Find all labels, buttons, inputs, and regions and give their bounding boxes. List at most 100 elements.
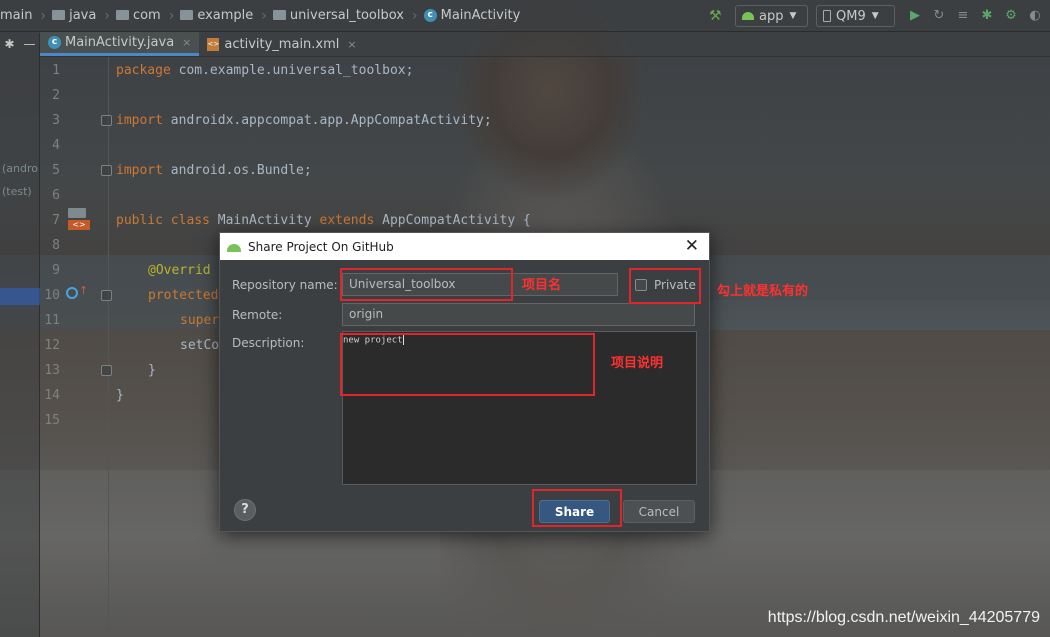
breadcrumb-label: java [69,8,97,23]
code-line[interactable]: setCo [180,338,219,353]
breadcrumb-label: com [132,8,161,23]
code-keyword: public class [116,213,210,228]
folder-icon [115,9,129,20]
watermark-text: https://blog.csdn.net/weixin_44205779 [767,609,1040,626]
settings-icon[interactable]: ✱ [4,37,14,51]
fold-icon[interactable] [101,365,112,376]
close-icon[interactable]: × [347,38,356,51]
class-icon: c [48,36,61,49]
remote-field[interactable]: origin [342,303,695,326]
line-number: 12 [44,338,60,353]
close-icon[interactable]: ✕ [685,236,699,256]
run-icon[interactable]: ▶ [908,9,922,23]
layout-icon[interactable]: <> [68,220,90,230]
code-line[interactable]: @Overrid [148,263,211,278]
folder-icon [272,9,286,20]
project-tree-selection [0,288,40,305]
project-tree-item[interactable]: (andro [0,162,40,179]
code-keyword: protected [148,288,219,303]
breadcrumb-main[interactable]: main [0,8,32,23]
breadcrumb-separator: › [40,7,47,24]
code-keyword: package [116,63,171,78]
fold-icon[interactable] [101,115,112,126]
annotation-private-note: 勾上就是私有的 [717,284,809,299]
line-number: 3 [52,113,60,128]
xml-file-icon: <> [207,37,220,51]
toolbar-right: ⚒ app ▼ QM9 ▼ ▶ ↻ ≡ ✱ ⚙ ◐ [703,0,1050,32]
build-hammer-icon[interactable]: ⚒ [709,8,725,24]
tab-activity-main-xml[interactable]: <> activity_main.xml × [199,32,364,56]
breadcrumb-separator: › [168,7,175,24]
collapse-icon[interactable]: — [24,37,36,51]
line-number: 8 [52,238,60,253]
breadcrumb-java[interactable]: java [52,8,96,23]
line-number: 10 [44,288,60,303]
annotation-repository-name-note: 项目名 [522,278,562,293]
dialog-title-bar[interactable]: Share Project On GitHub ✕ [220,233,709,260]
phone-icon [823,10,831,22]
android-icon [226,241,242,253]
code-line[interactable]: import androidx.appcompat.app.AppCompatA… [116,113,492,128]
help-button[interactable]: ? [234,499,256,521]
code-text: com.example.universal_toolbox; [170,63,414,78]
code-text: androidx.appcompat.app.AppCompatActivity… [162,113,492,128]
code-line[interactable]: import android.os.Bundle; [116,163,312,178]
code-line[interactable]: package com.example.universal_toolbox; [116,63,413,78]
line-number: 2 [52,88,60,103]
run-config-label: app [759,8,784,24]
implemented-icon[interactable] [68,208,86,218]
device-select[interactable]: QM9 ▼ [816,5,895,27]
annotation-box-share [532,489,622,527]
fold-icon[interactable] [101,290,112,301]
code-line[interactable]: protected [148,288,218,303]
close-icon[interactable]: × [182,36,191,49]
breadcrumb-mainactivity[interactable]: c MainActivity [423,8,520,23]
line-number: 9 [52,263,60,278]
code-line[interactable]: super [180,313,219,328]
folder-icon [52,9,66,20]
code-annotation: @Overrid [148,263,211,278]
code-line[interactable]: public class MainActivity extends AppCom… [116,213,531,228]
project-tree-item[interactable]: (test) [0,185,40,202]
breadcrumb-separator: › [412,7,418,24]
breadcrumb-label: main [0,8,33,23]
line-number: 14 [44,388,60,403]
chevron-down-icon: ▼ [871,11,879,21]
line-number: 4 [52,138,60,153]
code-text: android.os.Bundle; [162,163,312,178]
breadcrumb-separator: › [261,7,267,24]
gutter-divider [108,57,109,637]
debug-icon[interactable]: ✱ [980,9,994,23]
android-icon [742,12,754,20]
project-panel-toolbar: ✱ — [0,33,40,55]
description-label: Description: [232,336,305,350]
dialog-title: Share Project On GitHub [248,239,394,254]
override-icon[interactable] [66,287,78,299]
code-class-name: MainActivity [209,213,320,228]
attach-debugger-icon[interactable]: ⚙ [1004,9,1018,23]
code-keyword: super [180,313,220,328]
profile-icon[interactable]: ◐ [1028,9,1042,23]
code-line[interactable]: } [116,388,124,403]
breadcrumb-com[interactable]: com [115,8,161,23]
remote-label: Remote: [232,308,283,322]
line-number: 1 [52,63,60,78]
chevron-down-icon: ▼ [789,11,797,21]
breadcrumb-universal-toolbox[interactable]: universal_toolbox [272,8,404,23]
code-text: AppCompatActivity { [374,213,531,228]
code-line[interactable]: } [148,363,156,378]
breadcrumb-example[interactable]: example [180,8,253,23]
run-config-select[interactable]: app ▼ [735,5,808,27]
device-label: QM9 [836,8,866,24]
override-arrow-icon: ↑ [79,284,89,297]
annotation-box-repository-name [340,268,513,301]
line-number: 15 [44,413,60,428]
cancel-button[interactable]: Cancel [623,500,695,523]
logcat-icon[interactable]: ≡ [956,9,970,23]
line-number: 13 [44,363,60,378]
fold-icon[interactable] [101,165,112,176]
code-text: } [116,388,124,403]
folder-icon [180,9,194,20]
apply-changes-icon[interactable]: ↻ [932,9,946,23]
tab-mainactivity-java[interactable]: c MainActivity.java × [40,32,200,56]
